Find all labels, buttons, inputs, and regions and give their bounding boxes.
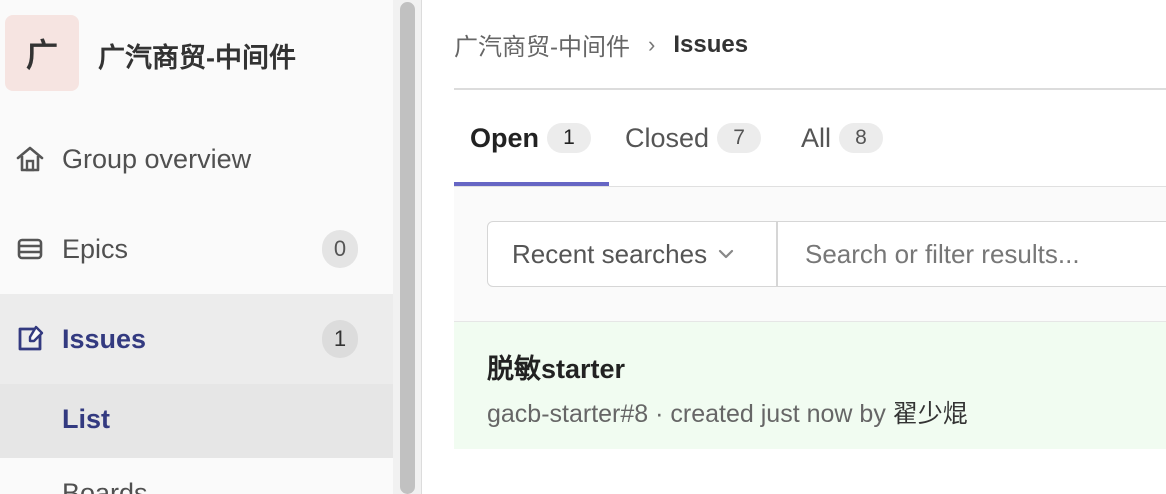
- recent-searches-dropdown[interactable]: Recent searches: [487, 221, 777, 287]
- chevron-right-icon: ›: [648, 31, 656, 57]
- epics-count-badge: 0: [322, 230, 358, 268]
- breadcrumb-group-link[interactable]: 广汽商贸-中间件: [454, 27, 630, 62]
- issues-count-badge: 1: [322, 320, 358, 358]
- breadcrumb: 广汽商贸-中间件 › Issues: [454, 27, 748, 62]
- tab-all[interactable]: All 8: [801, 90, 884, 186]
- epic-icon: [17, 238, 43, 260]
- sidebar-subitem-label: List: [62, 404, 111, 434]
- sidebar-item-issues[interactable]: Issues 1: [0, 294, 393, 384]
- sidebar: 广 广汽商贸-中间件 Group overview Epics 0 Issues…: [0, 0, 394, 494]
- issue-state-tabs: Open 1 Closed 7 All 8: [454, 90, 1166, 186]
- issues-icon: [18, 325, 44, 351]
- recent-searches-label: Recent searches: [512, 238, 708, 269]
- tab-count-badge: 7: [717, 123, 762, 153]
- tab-label: All: [801, 122, 832, 153]
- tab-count-badge: 8: [839, 123, 884, 153]
- sidebar-item-label: Epics: [62, 233, 129, 264]
- issue-meta: gacb-starter#8 · created just now by 翟少焜: [487, 394, 968, 430]
- tab-label: Open: [470, 122, 540, 153]
- group-header[interactable]: 广 广汽商贸-中间件: [0, 0, 393, 110]
- issue-reference: gacb-starter#8: [487, 400, 649, 428]
- sidebar-item-group-overview[interactable]: Group overview: [0, 114, 393, 204]
- sidebar-item-label: Group overview: [62, 143, 252, 174]
- issue-author-link[interactable]: 翟少焜: [893, 400, 968, 428]
- sidebar-subitem-boards[interactable]: Boards: [62, 478, 148, 494]
- tab-count-badge: 1: [547, 123, 592, 153]
- group-name[interactable]: 广汽商贸-中间件: [98, 36, 296, 75]
- sidebar-subitem-list[interactable]: List: [0, 384, 393, 458]
- sidebar-item-label: Issues: [62, 323, 147, 354]
- breadcrumb-current[interactable]: Issues: [673, 31, 748, 59]
- tab-label: Closed: [625, 122, 710, 153]
- tab-closed[interactable]: Closed 7: [625, 90, 762, 186]
- sidebar-item-epics[interactable]: Epics 0: [0, 204, 393, 294]
- sidebar-scrollbar-thumb[interactable]: [400, 2, 415, 494]
- issue-meta-text: · created just now by: [648, 400, 893, 428]
- issue-title-link[interactable]: 脱敏starter: [487, 347, 625, 386]
- tab-open[interactable]: Open 1: [470, 90, 592, 186]
- home-icon: [16, 146, 44, 172]
- group-avatar[interactable]: 广: [5, 15, 79, 91]
- chevron-down-icon: [719, 249, 734, 259]
- search-input[interactable]: [777, 221, 1166, 287]
